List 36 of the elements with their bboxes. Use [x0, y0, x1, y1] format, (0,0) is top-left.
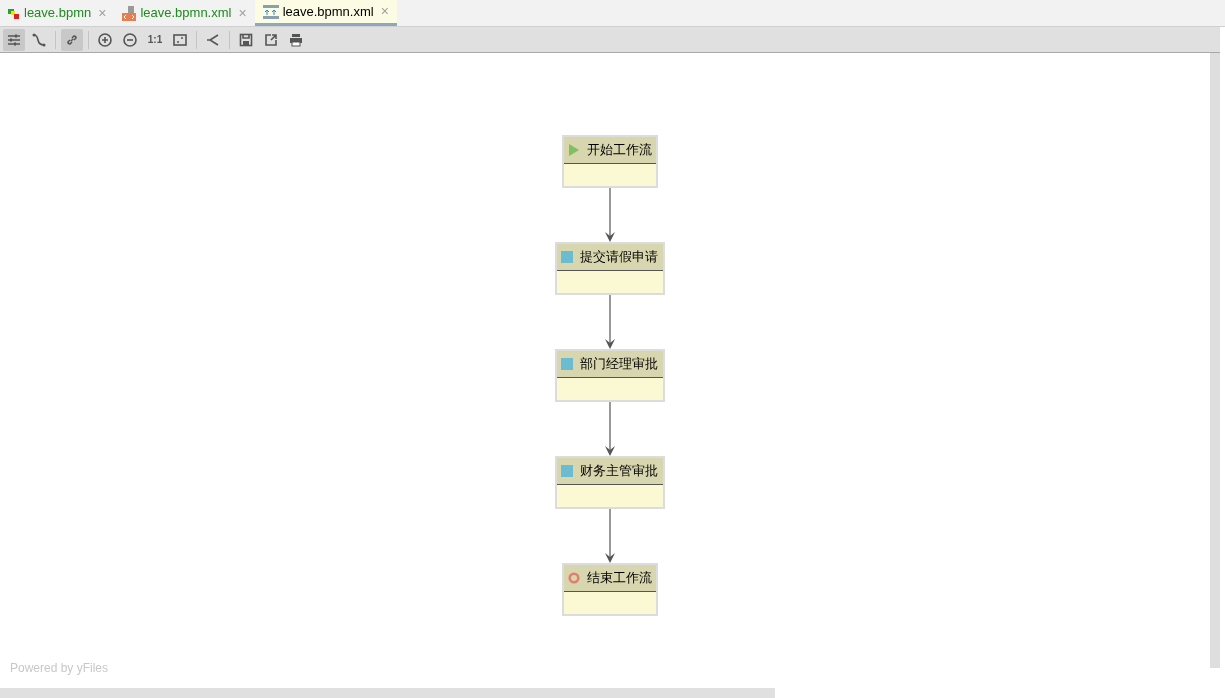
flow-arrow	[605, 294, 615, 349]
node-label: 部门经理审批	[580, 355, 658, 374]
link-button[interactable]	[61, 28, 83, 51]
task-icon	[561, 251, 573, 263]
editor-tab[interactable]: leave.bpmn ×	[0, 0, 115, 26]
editor-tab[interactable]: leave.bpmn.xml ×	[254, 0, 397, 26]
task-icon	[561, 358, 573, 370]
flow-arrow	[605, 401, 615, 456]
export-icon	[263, 31, 279, 48]
task-icon	[561, 465, 573, 477]
flow-arrow	[605, 187, 615, 242]
settings-button[interactable]	[3, 28, 25, 51]
connector-icon	[31, 31, 47, 48]
scrollbar[interactable]	[0, 688, 775, 698]
node-label: 结束工作流	[587, 569, 652, 588]
save-icon	[238, 31, 254, 48]
editor-tab[interactable]: leave.bpmn.xml ×	[114, 0, 255, 26]
diagram-file-icon	[8, 7, 20, 19]
close-button[interactable]: ×	[98, 2, 107, 24]
scrollbar[interactable]	[1210, 53, 1220, 668]
designer-file-icon	[262, 4, 279, 19]
end-event-icon	[568, 571, 580, 585]
flow-arrow	[605, 508, 615, 563]
zoom-out-icon	[122, 31, 138, 48]
layout-icon	[205, 31, 221, 48]
node-label: 财务主管审批	[580, 462, 658, 481]
node-label: 提交请假申请	[580, 248, 658, 267]
node-label: 开始工作流	[587, 141, 652, 160]
zoom-in-icon	[97, 31, 113, 48]
print-icon	[288, 31, 304, 48]
xml-file-icon	[122, 5, 137, 21]
close-button[interactable]: ×	[380, 1, 389, 22]
fit-icon	[172, 31, 188, 48]
actual-size-button[interactable]: 1:1	[144, 28, 166, 51]
start-event-icon	[568, 144, 580, 156]
close-button[interactable]: ×	[238, 2, 247, 24]
